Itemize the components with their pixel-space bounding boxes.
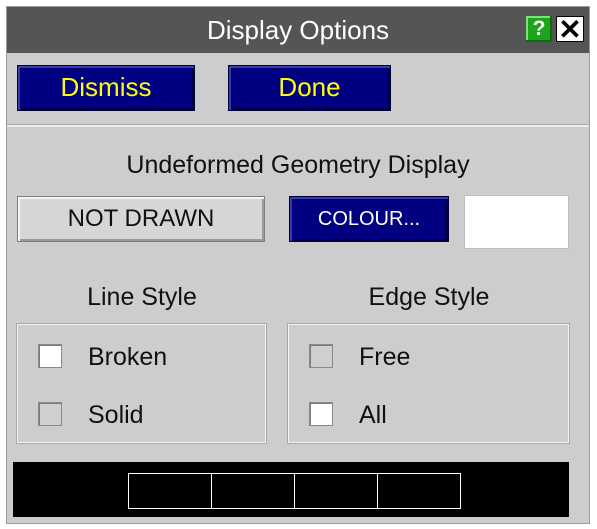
line-style-broken-checkbox[interactable] — [38, 344, 62, 368]
bottom-toolbar-strip — [13, 462, 569, 517]
edge-style-all-checkbox[interactable] — [309, 402, 333, 426]
strip-segment-3[interactable] — [294, 473, 378, 509]
help-button[interactable]: ? — [526, 16, 552, 42]
title-bar: Display Options ? ✕ — [7, 7, 589, 53]
edge-style-free-checkbox[interactable] — [309, 344, 333, 368]
strip-segment-2[interactable] — [211, 473, 295, 509]
separator — [7, 124, 589, 127]
not-drawn-button[interactable]: NOT DRAWN — [17, 196, 265, 242]
colour-button[interactable]: COLOUR... — [289, 196, 449, 242]
line-style-solid-label: Solid — [88, 401, 144, 429]
strip-segment-1[interactable] — [128, 473, 212, 509]
line-style-broken-label: Broken — [88, 343, 168, 371]
undeformed-geometry-heading: Undeformed Geometry Display — [126, 151, 470, 179]
display-options-window: Display Options ? ✕ Dismiss Done Undefor… — [6, 6, 590, 524]
edge-style-all-option[interactable]: All — [309, 400, 509, 430]
line-style-solid-option[interactable]: Solid — [38, 400, 238, 430]
colour-swatch[interactable] — [464, 195, 569, 249]
edge-style-heading: Edge Style — [368, 283, 490, 311]
line-style-heading: Line Style — [87, 283, 197, 311]
line-style-broken-option[interactable]: Broken — [38, 342, 238, 372]
window-title: Display Options — [206, 15, 390, 45]
edge-style-group: Free All — [287, 323, 570, 444]
dismiss-button[interactable]: Dismiss — [17, 65, 195, 111]
line-style-solid-checkbox[interactable] — [38, 402, 62, 426]
question-icon: ? — [532, 17, 546, 40]
close-button[interactable]: ✕ — [556, 14, 584, 45]
close-icon: ✕ — [558, 14, 582, 45]
edge-style-free-label: Free — [359, 343, 411, 371]
strip-segment-4[interactable] — [377, 473, 461, 509]
line-style-group: Broken Solid — [16, 323, 267, 444]
edge-style-all-label: All — [359, 401, 387, 429]
done-button[interactable]: Done — [228, 65, 391, 111]
edge-style-free-option[interactable]: Free — [309, 342, 509, 372]
